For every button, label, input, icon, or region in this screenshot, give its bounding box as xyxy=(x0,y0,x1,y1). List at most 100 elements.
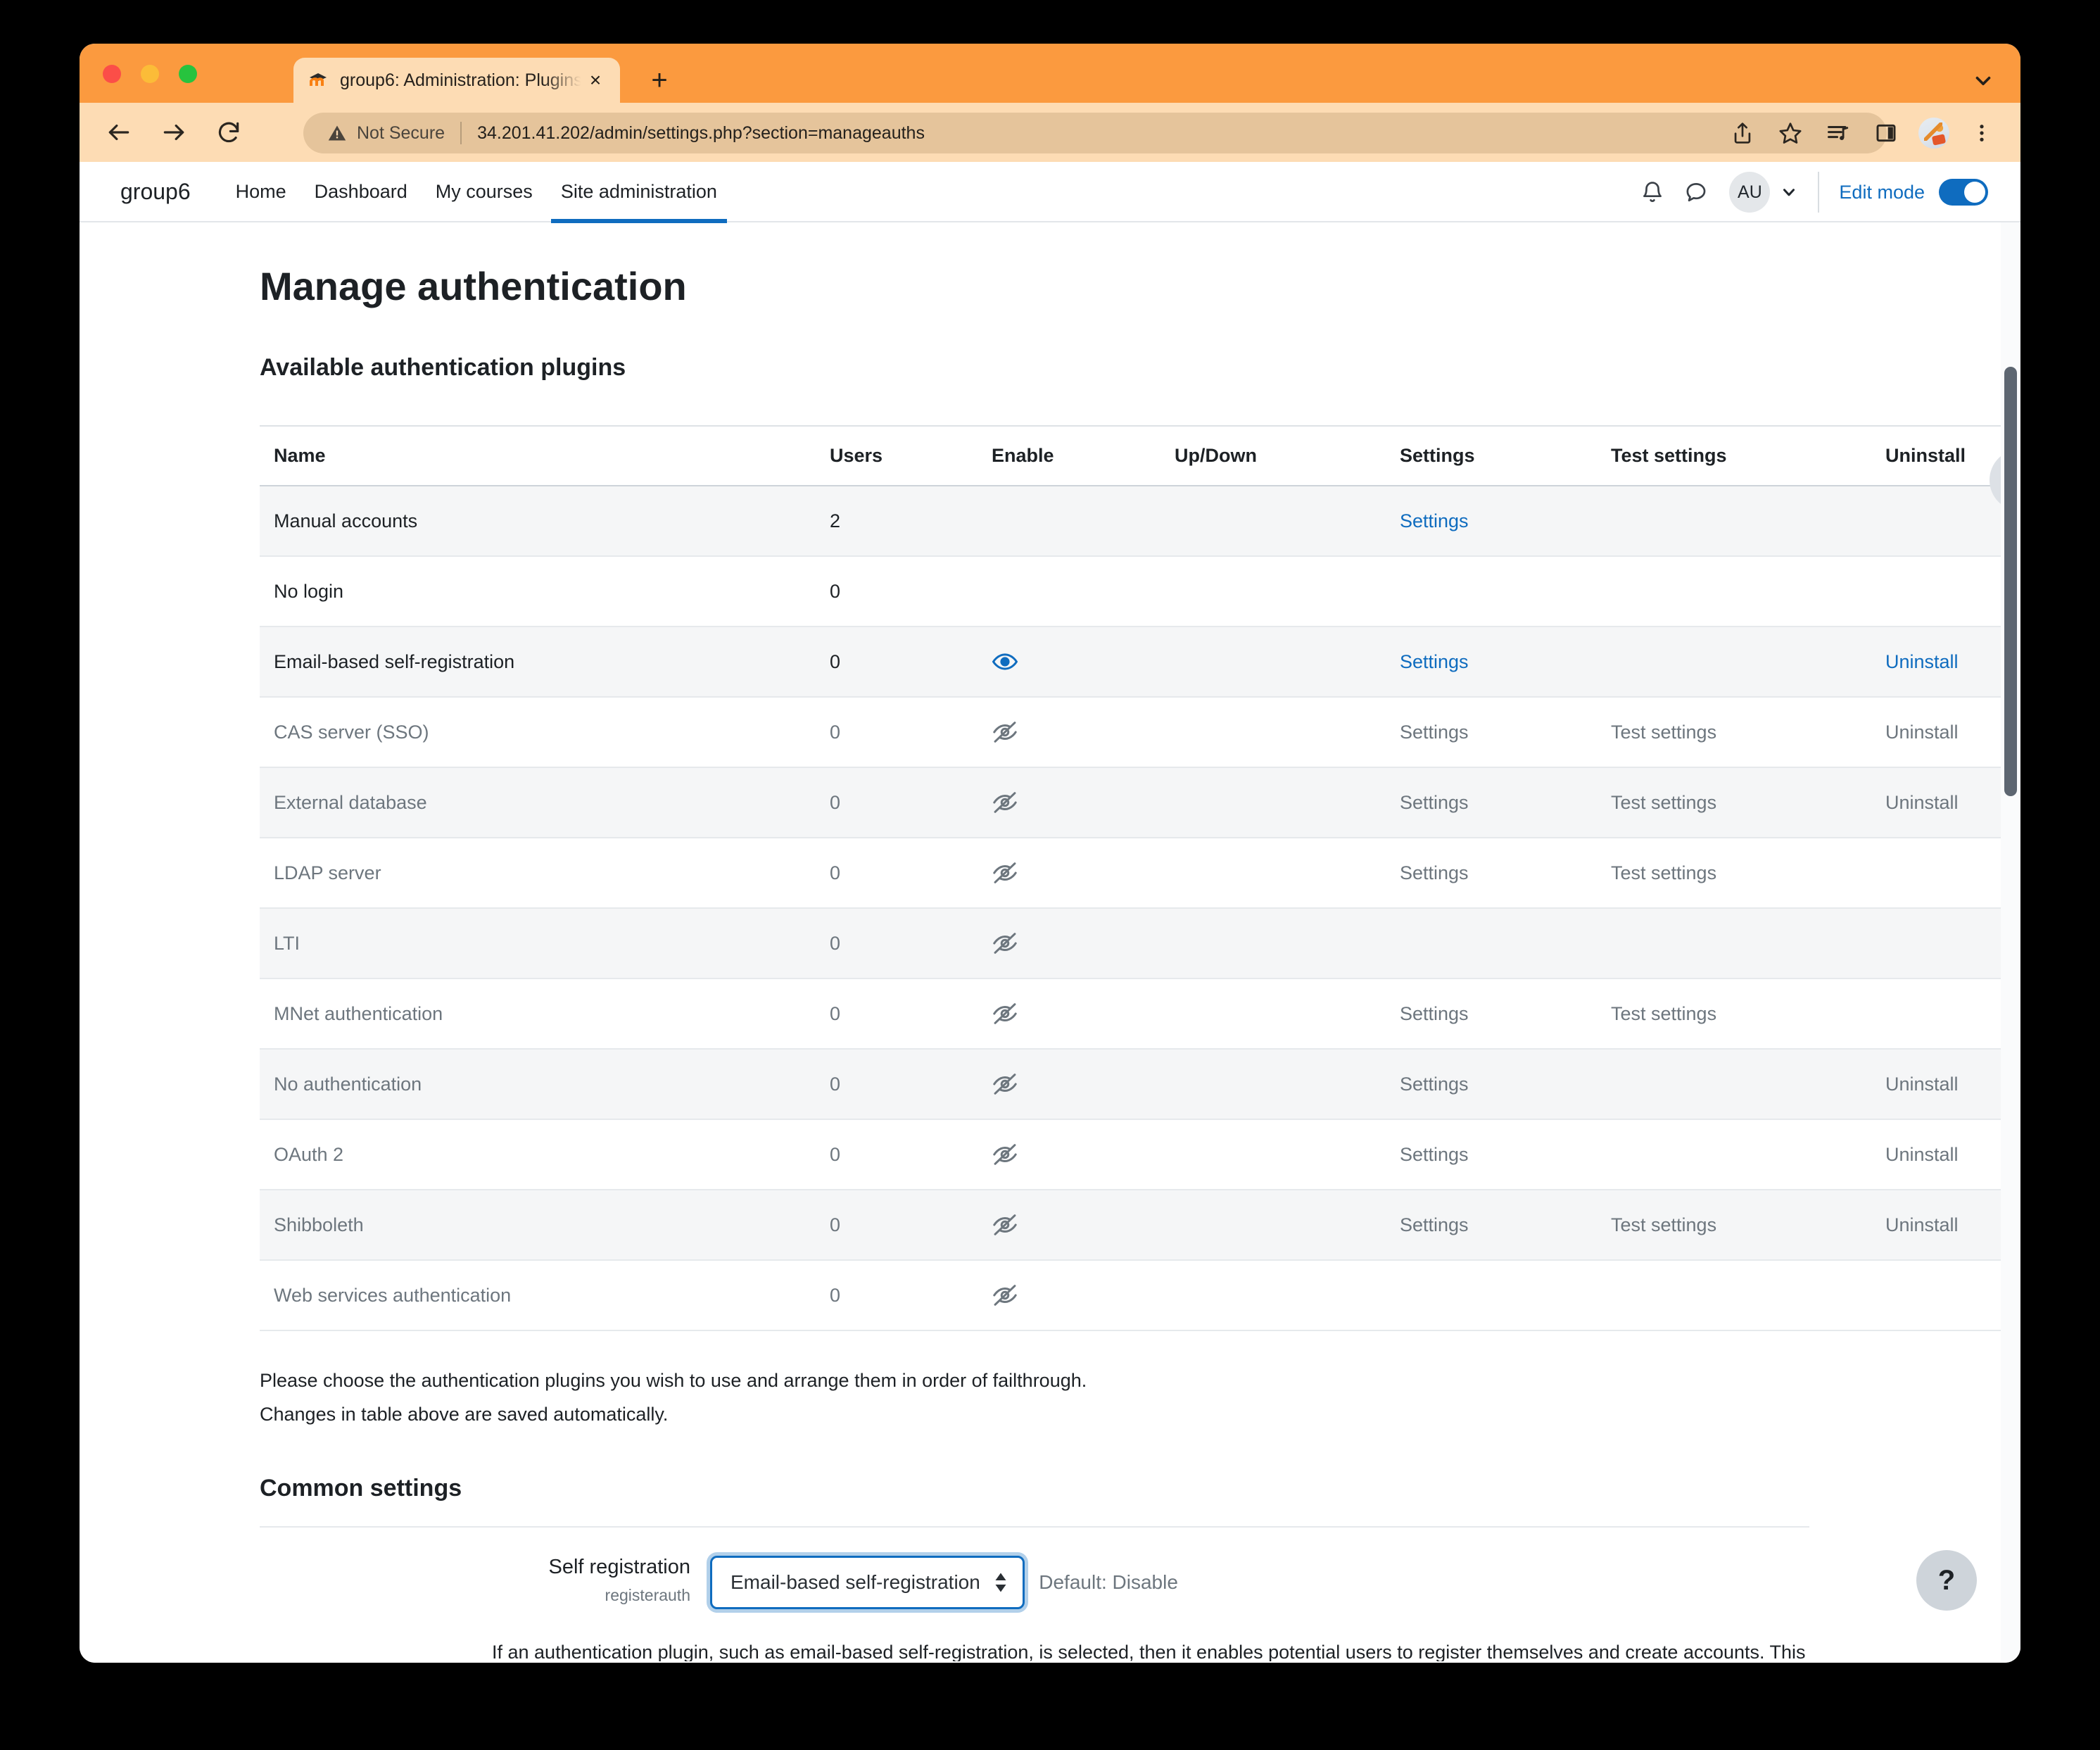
table-row: Email-based self-registration 0 Settings Un… xyxy=(260,627,2020,698)
note-line-1: Please choose the authentication plugins… xyxy=(260,1370,1087,1391)
eye-slash-icon[interactable] xyxy=(978,767,1160,838)
maximize-window-button[interactable] xyxy=(179,65,197,83)
cell-updown xyxy=(1160,1049,1386,1120)
cell-user-count: 0 xyxy=(816,978,978,1050)
forward-arrow-icon[interactable] xyxy=(151,110,196,155)
table-row: No login 0 xyxy=(260,556,2020,627)
user-menu[interactable]: AU xyxy=(1729,172,1798,213)
eye-slash-icon[interactable] xyxy=(978,1119,1160,1190)
moodle-favicon-icon xyxy=(308,70,329,91)
cell-test-settings xyxy=(1597,556,1871,627)
cell-test-settings-text: Test settings xyxy=(1611,1214,1717,1235)
cell-settings[interactable]: Settings xyxy=(1386,486,1597,557)
section-heading-available-plugins: Available authentication plugins xyxy=(260,354,626,381)
security-status[interactable]: Not Secure xyxy=(327,123,445,144)
cell-user-count: 0 xyxy=(816,1190,978,1261)
eye-slash-icon[interactable] xyxy=(978,908,1160,979)
scrollbar-thumb[interactable] xyxy=(2004,367,2017,796)
eye-slash-icon[interactable] xyxy=(978,838,1160,909)
cell-test-settings: Test settings xyxy=(1597,697,1871,768)
warning-triangle-icon xyxy=(328,125,346,141)
notifications-bell-icon[interactable] xyxy=(1631,170,1674,214)
nav-item-home[interactable]: Home xyxy=(226,162,296,222)
cell-updown xyxy=(1160,486,1386,557)
cell-user-count: 0 xyxy=(816,697,978,768)
table-row: Web services authentication 0 xyxy=(260,1260,2020,1331)
cell-plugin-name: No authentication xyxy=(260,1049,816,1120)
back-arrow-icon[interactable] xyxy=(96,110,141,155)
reading-list-icon[interactable] xyxy=(1818,113,1859,153)
cell-uninstall[interactable]: Uninstall xyxy=(1871,627,2020,698)
nav-item-my-courses[interactable]: My courses xyxy=(426,162,543,222)
tab-list-chevron-down-icon[interactable] xyxy=(1967,65,1999,97)
cell-user-count: 0 xyxy=(816,1260,978,1331)
help-button[interactable]: ? xyxy=(1916,1550,1977,1611)
cell-settings-link[interactable]: Settings xyxy=(1400,510,1469,531)
close-window-button[interactable] xyxy=(103,65,121,83)
cell-settings-text: Settings xyxy=(1400,862,1469,883)
side-panel-icon[interactable] xyxy=(1866,113,1906,153)
self-registration-description: If an authentication plugin, such as ema… xyxy=(492,1641,1806,1661)
eye-slash-icon[interactable] xyxy=(978,1260,1160,1331)
page-viewport: group6 Home Dashboard My courses Site ad… xyxy=(80,162,2020,1663)
cell-user-count: 0 xyxy=(816,1119,978,1190)
cell-settings: Settings xyxy=(1386,767,1597,838)
eye-slash-icon[interactable] xyxy=(978,1190,1160,1261)
table-row: LDAP server 0 Settings Test settings xyxy=(260,838,2020,909)
table-row: External database 0 Settings Test settings U… xyxy=(260,767,2020,838)
close-tab-button[interactable]: × xyxy=(583,68,607,92)
edit-mode-switch[interactable]: Edit mode xyxy=(1839,179,1988,206)
table-row: OAuth 2 0 Settings Uninstall xyxy=(260,1119,2020,1190)
self-registration-select[interactable]: Email-based self-registration xyxy=(710,1555,1025,1609)
column-header-enable: Enable xyxy=(978,425,1160,486)
window-traffic-lights xyxy=(103,65,197,83)
cell-uninstall-text: Uninstall xyxy=(1885,721,1959,743)
eye-icon[interactable] xyxy=(978,627,1160,698)
cell-updown xyxy=(1160,1260,1386,1331)
section-heading-common-settings: Common settings xyxy=(260,1474,462,1502)
three-dot-menu-icon[interactable] xyxy=(1961,113,2002,153)
eye-slash-icon[interactable] xyxy=(978,1049,1160,1120)
cell-settings xyxy=(1386,908,1597,979)
nav-item-site-administration[interactable]: Site administration xyxy=(550,162,728,223)
cell-user-count: 0 xyxy=(816,767,978,838)
share-icon[interactable] xyxy=(1722,113,1763,153)
cell-test-settings: Test settings xyxy=(1597,838,1871,909)
self-registration-label: Self registration xyxy=(548,1555,691,1578)
minimize-window-button[interactable] xyxy=(141,65,159,83)
cell-uninstall-text: Uninstall xyxy=(1885,791,1959,813)
column-header-name: Name xyxy=(260,425,816,486)
table-header-row: Name Users Enable Up/Down Settings Test … xyxy=(260,425,2020,486)
site-brand[interactable]: group6 xyxy=(120,179,191,205)
eye-slash-icon[interactable] xyxy=(978,697,1160,768)
browser-tab[interactable]: group6: Administration: Plugins: Authent… xyxy=(293,58,620,103)
star-icon[interactable] xyxy=(1770,113,1811,153)
cell-uninstall xyxy=(1871,1260,2020,1331)
eye-slash-icon[interactable] xyxy=(978,978,1160,1050)
reload-icon[interactable] xyxy=(206,110,251,155)
new-tab-button[interactable]: + xyxy=(643,63,676,97)
cell-user-count: 0 xyxy=(816,627,978,698)
edit-mode-label: Edit mode xyxy=(1839,181,1925,203)
cell-settings xyxy=(1386,1260,1597,1331)
nav-item-dashboard[interactable]: Dashboard xyxy=(305,162,417,222)
cell-uninstall xyxy=(1871,908,2020,979)
edit-mode-toggle[interactable] xyxy=(1939,179,1988,206)
messages-icon[interactable] xyxy=(1674,170,1718,214)
primary-nav: Home Dashboard My courses Site administr… xyxy=(226,162,735,223)
page-scrollbar[interactable] xyxy=(2001,222,2020,1661)
profile-avatar-icon[interactable] xyxy=(1914,113,1954,153)
address-bar[interactable]: Not Secure 34.201.41.202/admin/settings.… xyxy=(303,113,1887,153)
cell-updown xyxy=(1160,556,1386,627)
cell-uninstall-link[interactable]: Uninstall xyxy=(1885,651,1959,672)
cell-test-settings-text: Test settings xyxy=(1611,791,1717,813)
cell-settings xyxy=(1386,556,1597,627)
table-row: CAS server (SSO) 0 Settings Test settings Un… xyxy=(260,697,2020,768)
cell-settings[interactable]: Settings xyxy=(1386,627,1597,698)
cell-test-settings xyxy=(1597,1119,1871,1190)
note-line-2: Changes in table above are saved automat… xyxy=(260,1403,669,1425)
cell-plugin-name: LDAP server xyxy=(260,838,816,909)
cell-settings-link[interactable]: Settings xyxy=(1400,651,1469,672)
cell-plugin-name: LTI xyxy=(260,908,816,979)
cell-user-count: 2 xyxy=(816,486,978,557)
